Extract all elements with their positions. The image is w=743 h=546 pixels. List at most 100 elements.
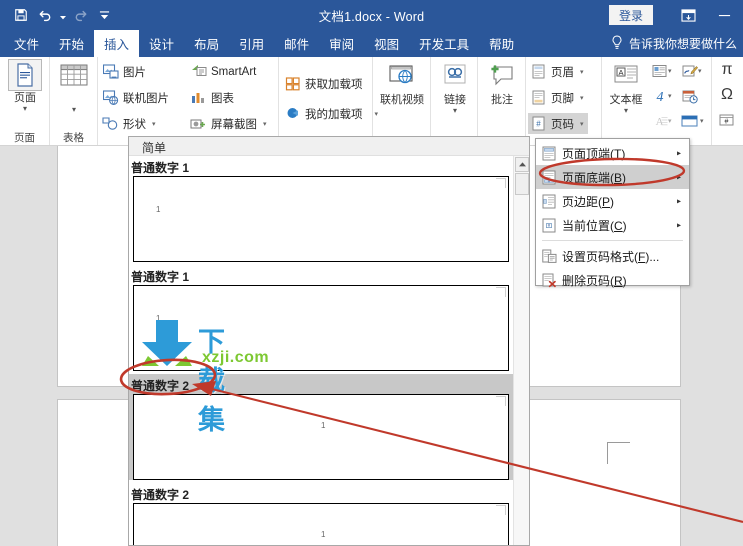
smartart-icon (190, 63, 207, 80)
tab-mailings[interactable]: 邮件 (274, 30, 319, 57)
comment-icon (488, 59, 516, 93)
insert-smartart-button[interactable]: SmartArt (190, 61, 256, 82)
page-top-icon (536, 142, 562, 164)
tab-design[interactable]: 设计 (139, 30, 184, 57)
signature-line-icon[interactable] (680, 61, 700, 81)
gallery-item-2[interactable]: 普通数字 2 1 (129, 374, 513, 481)
pages-dropdown-icon[interactable]: ▾ (23, 105, 27, 113)
tab-insert[interactable]: 插入 (94, 30, 140, 57)
header-button[interactable]: 页眉 ▾ (530, 61, 584, 82)
footer-button[interactable]: 页脚 ▾ (530, 87, 584, 108)
menu-item-format-page-numbers[interactable]: 设置页码格式(F)... (536, 244, 689, 268)
tab-file[interactable]: 文件 (4, 30, 49, 57)
tell-me-box[interactable]: 告诉我你想要做什么 (611, 30, 737, 57)
group-label-symbols (712, 132, 743, 145)
minimize-icon[interactable] (713, 4, 735, 26)
picture-icon (102, 63, 119, 80)
menu-item-page-bottom[interactable]: # 页面底端(B) ▸ (536, 165, 689, 189)
table-dropdown-icon[interactable]: ▾ (72, 106, 76, 114)
tab-view[interactable]: 视图 (364, 30, 409, 57)
ribbon-group-comments: 批注 (478, 57, 526, 145)
insert-picture-button[interactable]: 图片 (102, 61, 146, 82)
tab-help[interactable]: 帮助 (479, 30, 524, 57)
tab-review[interactable]: 审阅 (319, 30, 364, 57)
insert-shapes-button[interactable]: 形状 ▾ (102, 113, 156, 134)
get-addins-icon (284, 75, 301, 92)
insert-chart-button[interactable]: 图表 (190, 87, 234, 108)
tab-layout[interactable]: 布局 (184, 30, 229, 57)
my-addins-label: 我的加载项 (305, 108, 363, 121)
footer-dropdown-icon[interactable]: ▾ (580, 94, 584, 102)
gallery-preview-box: 1 (133, 503, 509, 545)
insert-screenshot-button[interactable]: 屏幕截图 ▾ (190, 113, 267, 134)
page-number-dropdown-menu[interactable]: 页面顶端(T) ▸ # 页面底端(B) ▸ 页边距(P) ▸ # 当前位置(C)… (535, 138, 690, 288)
object-dropdown-icon[interactable]: ▾ (700, 117, 704, 125)
gallery-item-0[interactable]: 普通数字 1 1 (129, 156, 513, 263)
page-number-dropdown-icon[interactable]: ▾ (580, 120, 584, 128)
ribbon-group-illustrations: 图片 联机图片 形状 ▾ SmartArt 图表 屏幕截图 ▾ (98, 57, 279, 145)
comment-button-label: 批注 (491, 94, 513, 106)
sign-in-button[interactable]: 登录 (608, 5, 653, 25)
page-number-label: 页码 (551, 118, 574, 131)
my-addins-button[interactable]: 我的加载项 ▾ (284, 103, 378, 124)
insert-online-picture-button[interactable]: 联机图片 (102, 87, 169, 108)
watermark-title: 下载集 (198, 327, 226, 435)
table-button[interactable]: ▾ (51, 59, 97, 129)
date-time-icon[interactable] (680, 86, 700, 106)
my-addins-icon (284, 105, 301, 122)
quick-parts-dropdown-icon[interactable]: ▾ (668, 67, 672, 75)
gallery-scrollbar[interactable] (513, 156, 529, 545)
page-margin-icon (536, 190, 562, 212)
link-button[interactable]: 链接 ▾ (432, 59, 478, 129)
ribbon-display-options-icon[interactable] (677, 4, 699, 26)
gallery-item-3[interactable]: 普通数字 2 1 (129, 483, 513, 545)
ribbon-group-header-footer: 页眉 ▾ 页脚 ▾ # 页码 ▾ (526, 57, 602, 145)
drop-cap-icon[interactable]: A (650, 111, 670, 131)
menu-item-remove-page-numbers[interactable]: 删除页码(R) (536, 268, 689, 292)
tab-references[interactable]: 引用 (229, 30, 274, 57)
shapes-dropdown-icon[interactable]: ▾ (152, 120, 156, 128)
ribbon-tab-strip: 文件 开始 插入 设计 布局 引用 邮件 审阅 视图 开发工具 帮助 告诉我你想… (0, 30, 743, 57)
gallery-preview-number: 1 (321, 530, 326, 539)
gallery-scroll-thumb[interactable] (515, 173, 529, 195)
link-dropdown-icon[interactable]: ▾ (453, 107, 457, 115)
textbox-button-label: 文本框 (609, 94, 643, 106)
ribbon-group-text: A 文本框 ▾ ▾ ▾ 4 ▾ A ▾ ▾ (602, 57, 712, 145)
object-icon[interactable] (680, 111, 700, 131)
number-icon[interactable]: # (716, 110, 738, 130)
menu-item-page-margins[interactable]: 页边距(P) ▸ (536, 189, 689, 213)
menu-item-label: 设置页码格式(F)... (562, 249, 660, 264)
comment-button[interactable]: 批注 (479, 59, 525, 129)
textbox-button[interactable]: A 文本框 ▾ (604, 59, 648, 129)
get-addins-button[interactable]: 获取加载项 (284, 73, 363, 94)
window-controls (677, 0, 735, 30)
page-number-button[interactable]: # 页码 ▾ (528, 113, 588, 134)
tab-developer[interactable]: 开发工具 (409, 30, 479, 57)
scroll-up-arrow-icon[interactable] (515, 157, 529, 172)
header-dropdown-icon[interactable]: ▾ (580, 68, 584, 76)
pages-button[interactable]: 页面 ▾ (2, 59, 48, 129)
wordart-dropdown-icon[interactable]: ▾ (668, 92, 672, 100)
gallery-item-title: 普通数字 1 (131, 270, 190, 284)
wordart-icon[interactable]: 4 (650, 86, 670, 106)
title-bar: 文档1.docx - Word 登录 (0, 0, 743, 30)
ribbon-group-addins: 获取加载项 我的加载项 ▾ (279, 57, 378, 145)
screenshot-dropdown-icon[interactable]: ▾ (263, 120, 267, 128)
quick-parts-icon[interactable] (650, 61, 670, 81)
table-icon (59, 59, 89, 93)
equation-icon[interactable]: π (716, 59, 738, 81)
menu-item-page-top[interactable]: 页面顶端(T) ▸ (536, 141, 689, 165)
signature-line-dropdown-icon[interactable]: ▾ (698, 67, 702, 75)
link-icon (441, 59, 469, 93)
tab-home[interactable]: 开始 (49, 30, 94, 57)
ribbon-group-symbols: π Ω # (712, 57, 743, 145)
link-button-label: 链接 (444, 94, 466, 106)
drop-cap-dropdown-icon[interactable]: ▾ (668, 117, 672, 125)
online-video-button[interactable]: 联机视频 (378, 59, 426, 129)
textbox-dropdown-icon[interactable]: ▾ (624, 107, 628, 115)
submenu-arrow-icon: ▸ (676, 196, 681, 206)
symbol-icon[interactable]: Ω (716, 84, 738, 106)
menu-item-current-position[interactable]: # 当前位置(C) ▸ (536, 213, 689, 237)
footer-label: 页脚 (551, 92, 574, 105)
current-position-icon: # (536, 214, 562, 236)
